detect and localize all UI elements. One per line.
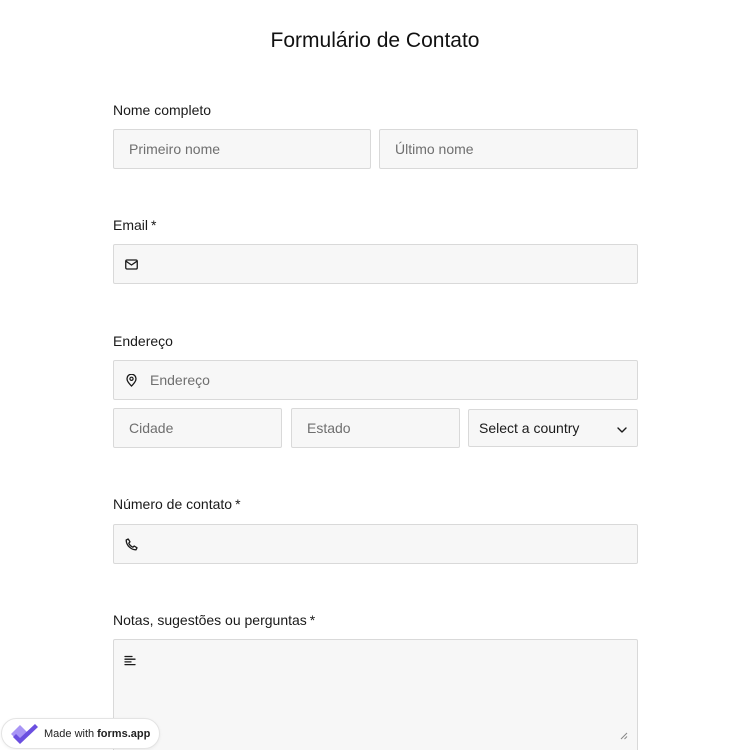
country-select-value: Select a country bbox=[479, 420, 580, 436]
state-placeholder: Estado bbox=[307, 420, 351, 436]
required-mark: * bbox=[235, 496, 241, 512]
email-label: Email * bbox=[113, 217, 156, 233]
city-field[interactable]: Cidade bbox=[113, 408, 282, 448]
state-field[interactable]: Estado bbox=[291, 408, 460, 448]
last-name-placeholder: Último nome bbox=[395, 141, 474, 157]
resize-handle-icon[interactable] bbox=[620, 727, 628, 745]
notes-label: Notas, sugestões ou perguntas * bbox=[113, 612, 315, 628]
city-placeholder: Cidade bbox=[129, 420, 174, 436]
map-pin-icon bbox=[124, 373, 138, 387]
envelope-icon bbox=[124, 257, 138, 271]
full-name-label: Nome completo bbox=[113, 102, 212, 118]
required-mark: * bbox=[309, 612, 316, 628]
required-mark: * bbox=[151, 217, 157, 233]
text-align-left-icon bbox=[124, 653, 136, 671]
email-label-text: Email bbox=[113, 217, 149, 233]
page-title: Formulário de Contato bbox=[270, 29, 480, 52]
phone-label: Número de contato * bbox=[113, 496, 241, 512]
address-label: Endereço bbox=[113, 333, 173, 349]
made-with-badge[interactable]: Made with forms.app bbox=[1, 718, 160, 749]
badge-brand: forms.app bbox=[97, 727, 151, 740]
street-placeholder: Endereço bbox=[150, 372, 210, 388]
chevron-down-icon bbox=[617, 420, 627, 436]
phone-field[interactable] bbox=[113, 524, 638, 564]
forms-app-logo-icon bbox=[9, 722, 39, 746]
phone-icon bbox=[124, 537, 138, 551]
first-name-field[interactable]: Primeiro nome bbox=[113, 129, 371, 169]
first-name-placeholder: Primeiro nome bbox=[129, 141, 221, 157]
notes-textarea[interactable] bbox=[113, 639, 638, 750]
street-field[interactable]: Endereço bbox=[113, 360, 638, 400]
phone-label-text: Número de contato bbox=[113, 496, 233, 512]
email-field[interactable] bbox=[113, 244, 638, 284]
country-select[interactable]: Select a country bbox=[468, 409, 638, 447]
notes-label-text: Notas, sugestões ou perguntas bbox=[113, 612, 307, 628]
badge-prefix: Made with bbox=[44, 727, 95, 740]
last-name-field[interactable]: Último nome bbox=[379, 129, 638, 169]
